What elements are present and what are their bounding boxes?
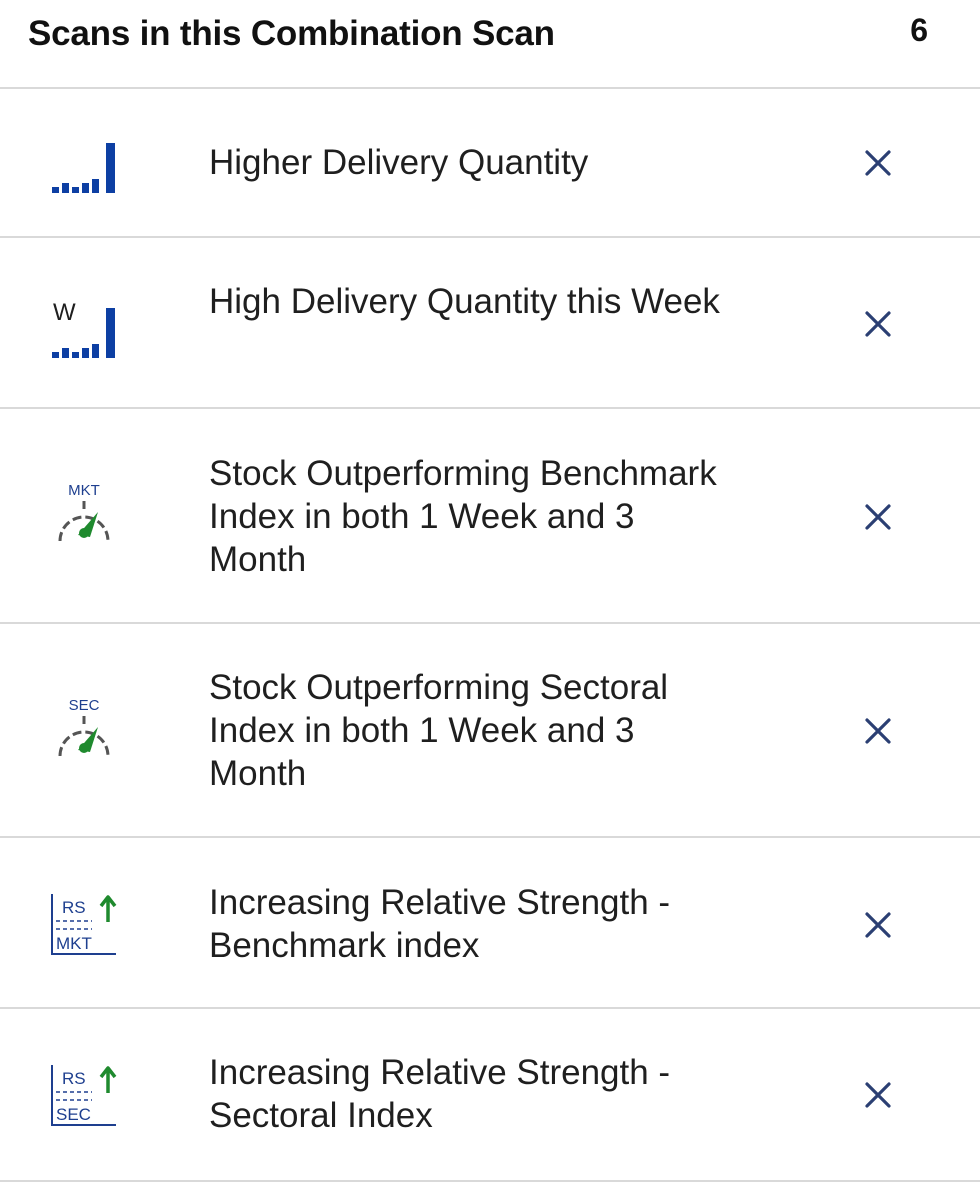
close-icon bbox=[865, 912, 891, 938]
remove-scan-button[interactable] bbox=[852, 705, 904, 757]
sector-gauge-icon: SEC bbox=[46, 694, 122, 770]
weekly-delivery-bars-icon: W bbox=[46, 290, 122, 366]
close-icon bbox=[865, 311, 891, 337]
scan-label: Increasing Relative Strength - Benchmark… bbox=[209, 883, 671, 965]
scan-row: W High Delivery Quantity this Week bbox=[0, 238, 980, 409]
icon-week-letter: W bbox=[53, 299, 76, 326]
icon-rs-text: RS bbox=[62, 1069, 86, 1088]
market-gauge-icon: MKT bbox=[46, 479, 122, 555]
scan-row: SEC Stock Outperforming Sectoral Index i… bbox=[0, 624, 980, 838]
relative-strength-sector-icon: RS SEC bbox=[46, 1057, 122, 1133]
remove-scan-button[interactable] bbox=[852, 137, 904, 189]
remove-scan-button[interactable] bbox=[852, 899, 904, 951]
scan-row: MKT Stock Outperforming Benchmark Index … bbox=[0, 409, 980, 624]
remove-scan-button[interactable] bbox=[852, 1069, 904, 1121]
scan-label: Higher Delivery Quantity bbox=[209, 143, 589, 182]
scan-label: Increasing Relative Strength - Sectoral … bbox=[209, 1053, 671, 1135]
close-icon bbox=[865, 1082, 891, 1108]
close-icon bbox=[865, 718, 891, 744]
scan-label: High Delivery Quantity this Week bbox=[209, 282, 720, 321]
scan-row: RS MKT Increasing Relative Strength - Be… bbox=[0, 838, 980, 1009]
relative-strength-market-icon: RS MKT bbox=[46, 886, 122, 962]
icon-sec-text: SEC bbox=[69, 697, 100, 714]
scan-label: Stock Outperforming Benchmark Index in b… bbox=[209, 454, 717, 579]
icon-mkt-text: MKT bbox=[68, 482, 100, 499]
scan-count: 6 bbox=[910, 12, 928, 48]
combination-scan-header: Scans in this Combination Scan 6 bbox=[0, 0, 980, 89]
header-title: Scans in this Combination Scan bbox=[28, 14, 555, 53]
scan-row: RS SEC Increasing Relative Strength - Se… bbox=[0, 1009, 980, 1182]
delivery-bars-icon bbox=[46, 125, 122, 201]
icon-mkt-text: MKT bbox=[56, 934, 92, 953]
remove-scan-button[interactable] bbox=[852, 491, 904, 543]
icon-sec-text: SEC bbox=[56, 1105, 91, 1124]
close-icon bbox=[865, 150, 891, 176]
icon-rs-text: RS bbox=[62, 898, 86, 917]
scan-row: Higher Delivery Quantity bbox=[0, 89, 980, 238]
close-icon bbox=[865, 504, 891, 530]
remove-scan-button[interactable] bbox=[852, 298, 904, 350]
scan-label: Stock Outperforming Sectoral Index in bo… bbox=[209, 668, 669, 793]
